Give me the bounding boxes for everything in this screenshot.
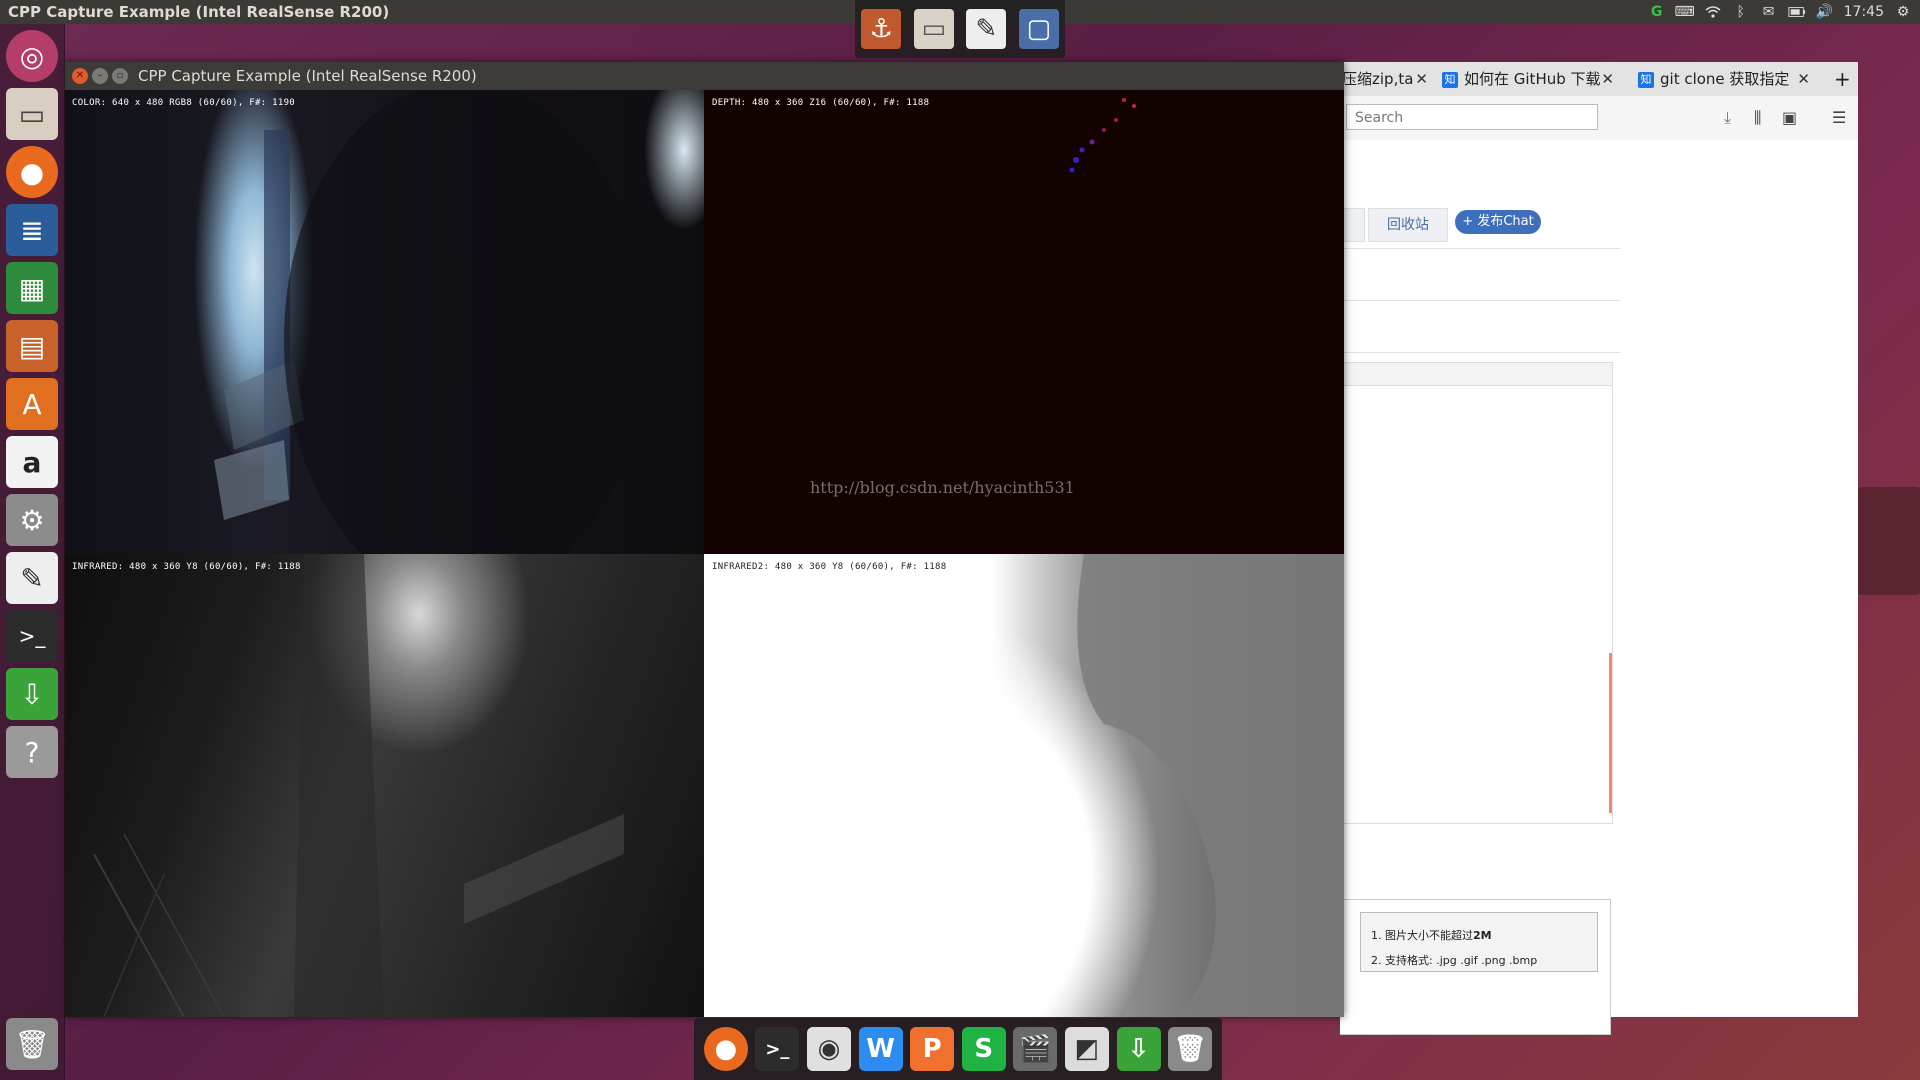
- close-tab-icon[interactable]: ✕: [1415, 62, 1428, 96]
- gear-icon[interactable]: ⚙: [1894, 4, 1912, 20]
- sidebar-icon[interactable]: ▣: [1782, 108, 1797, 127]
- menu-icon[interactable]: ☰: [1832, 108, 1846, 127]
- capture-window: ✕ – ▫ CPP Capture Example (Intel RealSen…: [64, 62, 1344, 1017]
- infrared2-stream-label: INFRARED2: 480 x 360 Y8 (60/60), F#: 118…: [712, 562, 947, 572]
- active-window-title: CPP Capture Example (Intel RealSense R20…: [8, 3, 390, 21]
- infrared-scene: [93, 554, 624, 1017]
- tab-label: 压缩zip,ta: [1342, 70, 1414, 88]
- text-editor-icon[interactable]: ✎: [6, 552, 58, 604]
- editor-area[interactable]: [1340, 362, 1613, 824]
- software-center-icon[interactable]: A: [6, 378, 58, 430]
- upload-tips: 1. 图片大小不能超过2M 2. 支持格式: .jpg .gif .png .b…: [1360, 912, 1598, 972]
- volume-icon[interactable]: 🔊: [1816, 4, 1834, 20]
- preview-icon[interactable]: ◩: [1064, 1027, 1109, 1071]
- audio-player-icon[interactable]: ◉: [806, 1027, 851, 1071]
- wps-presentation-icon[interactable]: P: [910, 1027, 955, 1071]
- battery-icon[interactable]: [1788, 4, 1806, 20]
- bottom-dock: ● >_ ◉ W P S 🎬 ◩ ⇩ 🗑: [694, 1018, 1222, 1080]
- tab-label: git clone 获取指定: [1660, 70, 1790, 88]
- browser-tab[interactable]: 知 git clone 获取指定 ✕: [1636, 62, 1816, 96]
- system-tray: G ⌨ ᛒ ✉ 🔊 17:45 ⚙: [1648, 0, 1912, 24]
- window-icon[interactable]: ▢: [1018, 9, 1059, 49]
- browser-window: 压缩zip,ta ✕ 知如何在 GitHub 下载 ✕ 知 git clone 获…: [1340, 62, 1858, 1035]
- tip-line: 1. 图片大小不能超过2M: [1371, 929, 1492, 942]
- help-icon[interactable]: ?: [6, 726, 58, 778]
- browser-tab[interactable]: 压缩zip,ta ✕: [1340, 62, 1434, 96]
- post-chat-button[interactable]: + 发布Chat: [1455, 210, 1541, 234]
- firefox-icon[interactable]: ●: [703, 1027, 748, 1071]
- browser-content: 回收站 + 发布Chat ) 1. 图片大小不能超过2M 2. 支持格式: .j…: [1340, 140, 1858, 1035]
- mail-icon[interactable]: ✉: [1760, 4, 1778, 20]
- browser-toolbar: Search ⤓ ⫼ ▣ ☰: [1340, 96, 1858, 141]
- grammarly-icon[interactable]: G: [1648, 4, 1666, 20]
- anchor-icon[interactable]: ⚓: [861, 9, 902, 49]
- browser-tab-bar: 压缩zip,ta ✕ 知如何在 GitHub 下载 ✕ 知 git clone 获…: [1340, 62, 1858, 96]
- video-editor-icon[interactable]: 🎬: [1013, 1027, 1058, 1071]
- close-window-button[interactable]: ✕: [72, 68, 88, 84]
- top-dock: ⚓ ▭ ✎ ▢: [855, 0, 1065, 58]
- divider: [1340, 300, 1620, 301]
- color-scene: [214, 90, 644, 554]
- terminal-icon[interactable]: >_: [755, 1027, 800, 1071]
- editor-toolbar: [1340, 363, 1612, 386]
- ubuntu-dash-icon[interactable]: ◎: [6, 30, 58, 82]
- editor-scrollbar[interactable]: [1609, 653, 1612, 813]
- download-icon[interactable]: ⇩: [6, 668, 58, 720]
- trash-icon[interactable]: 🗑: [1168, 1027, 1213, 1071]
- download-arrow-icon[interactable]: ⤓: [1724, 108, 1731, 128]
- search-input[interactable]: Search: [1346, 104, 1598, 130]
- clock[interactable]: 17:45: [1844, 4, 1884, 20]
- color-stream-label: COLOR: 640 x 480 RGB8 (60/60), F#: 1190: [72, 98, 296, 108]
- keyboard-icon[interactable]: ⌨: [1675, 4, 1695, 20]
- terminal-icon[interactable]: >_: [6, 610, 58, 662]
- wps-writer-icon[interactable]: W: [858, 1027, 903, 1071]
- divider: [1340, 352, 1620, 353]
- divider: [1340, 248, 1620, 249]
- infrared2-stream-view: INFRARED2: 480 x 360 Y8 (60/60), F#: 118…: [704, 554, 1344, 1017]
- file-cabinet-icon[interactable]: ▭: [913, 9, 954, 49]
- window-title: CPP Capture Example (Intel RealSense R20…: [138, 67, 477, 85]
- zhihu-icon: 知: [1442, 71, 1458, 88]
- system-settings-icon[interactable]: ⚙: [6, 494, 58, 546]
- new-tab-button[interactable]: +: [1834, 62, 1851, 96]
- writer-icon[interactable]: ≣: [6, 204, 58, 256]
- infrared-stream-label: INFRARED: 480 x 360 Y8 (60/60), F#: 1188: [72, 562, 301, 572]
- close-tab-icon[interactable]: ✕: [1601, 62, 1614, 96]
- close-tab-icon[interactable]: ✕: [1797, 62, 1810, 96]
- minimize-window-button[interactable]: –: [92, 68, 108, 84]
- infrared2-scene: [1064, 554, 1344, 1017]
- text-editor-icon[interactable]: ✎: [966, 9, 1007, 49]
- calc-icon[interactable]: ▦: [6, 262, 58, 314]
- tab-label: 如何在 GitHub 下载: [1464, 70, 1601, 88]
- zhihu-icon: 知: [1638, 71, 1654, 88]
- depth-stream-label: DEPTH: 480 x 360 Z16 (60/60), F#: 1188: [712, 98, 930, 108]
- color-stream-view: COLOR: 640 x 480 RGB8 (60/60), F#: 1190: [64, 90, 704, 554]
- infrared-stream-view: INFRARED: 480 x 360 Y8 (60/60), F#: 1188: [64, 554, 704, 1017]
- wifi-icon[interactable]: [1704, 4, 1722, 20]
- amazon-icon[interactable]: a: [6, 436, 58, 488]
- impress-icon[interactable]: ▤: [6, 320, 58, 372]
- files-icon[interactable]: ▭: [6, 88, 58, 140]
- firefox-icon[interactable]: ●: [6, 146, 58, 198]
- watermark-text: http://blog.csdn.net/hyacinth531: [810, 478, 1075, 497]
- download-icon[interactable]: ⇩: [1116, 1027, 1161, 1071]
- wps-spreadsheet-icon[interactable]: S: [961, 1027, 1006, 1071]
- recycle-bin-tab[interactable]: 回收站: [1368, 208, 1448, 242]
- trash-icon[interactable]: 🗑: [6, 1018, 58, 1070]
- launcher: ◎ ▭ ● ≣ ▦ ▤ A a ⚙ ✎ >_ ⇩ ? 🗑: [0, 24, 65, 1080]
- maximize-window-button[interactable]: ▫: [112, 68, 128, 84]
- tip-line: 2. 支持格式: .jpg .gif .png .bmp: [1371, 954, 1538, 967]
- upload-box: 1. 图片大小不能超过2M 2. 支持格式: .jpg .gif .png .b…: [1340, 899, 1611, 1035]
- bluetooth-icon[interactable]: ᛒ: [1732, 4, 1750, 20]
- offscreen-window-edge: [1858, 487, 1920, 595]
- window-titlebar[interactable]: ✕ – ▫ CPP Capture Example (Intel RealSen…: [64, 62, 1344, 90]
- library-icon[interactable]: ⫼: [1754, 108, 1761, 128]
- browser-tab[interactable]: 知如何在 GitHub 下载 ✕: [1440, 62, 1620, 96]
